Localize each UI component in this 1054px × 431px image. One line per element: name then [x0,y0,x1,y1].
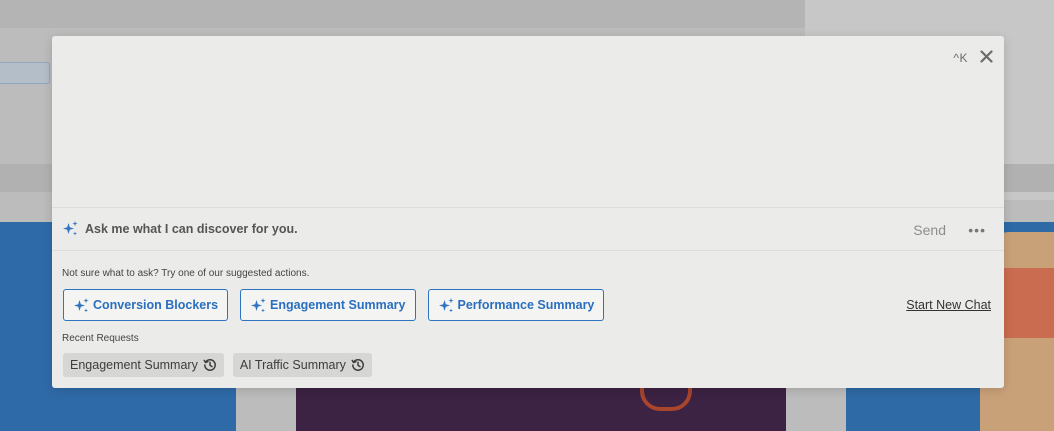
send-button[interactable]: Send [913,222,946,238]
ai-assistant-modal: ^K Ask me what I can discover for you. S… [52,36,1004,388]
history-icon [203,358,217,372]
recent-request-label: AI Traffic Summary [239,358,346,372]
suggestion-conversion-blockers[interactable]: Conversion Blockers [63,289,229,321]
recent-request-ai-traffic-summary[interactable]: AI Traffic Summary [232,353,372,377]
recent-request-label: Engagement Summary [70,358,198,372]
sparkle-icon [438,297,455,314]
suggestion-label: Engagement Summary [270,298,406,312]
chat-input-placeholder: Ask me what I can discover for you. [85,221,298,236]
history-icon [351,358,365,372]
chat-input[interactable]: Ask me what I can discover for you. [62,220,298,237]
divider [52,250,1004,251]
start-new-chat-link[interactable]: Start New Chat [906,298,991,312]
keyboard-shortcut-hint: ^K [953,51,968,65]
suggestion-engagement-summary[interactable]: Engagement Summary [240,289,416,321]
suggestion-label: Conversion Blockers [93,298,219,312]
sparkle-icon [250,297,267,314]
sparkle-icon [73,297,90,314]
sparkle-icon [62,220,79,237]
suggested-actions-label: Not sure what to ask? Try one of our sug… [62,268,310,279]
background-chip [0,62,50,84]
divider [52,207,1004,208]
more-options-button[interactable]: ••• [968,222,986,238]
background-header [0,0,805,28]
suggested-actions: Conversion Blockers Engagement Summary P… [63,289,605,321]
suggestion-label: Performance Summary [457,298,595,312]
close-icon [979,49,993,63]
close-button[interactable] [978,47,994,65]
recent-requests-label: Recent Requests [62,333,139,344]
recent-requests: Engagement Summary AI Traffic Summary [63,353,372,377]
recent-request-engagement-summary[interactable]: Engagement Summary [63,353,224,377]
suggestion-performance-summary[interactable]: Performance Summary [427,289,605,321]
